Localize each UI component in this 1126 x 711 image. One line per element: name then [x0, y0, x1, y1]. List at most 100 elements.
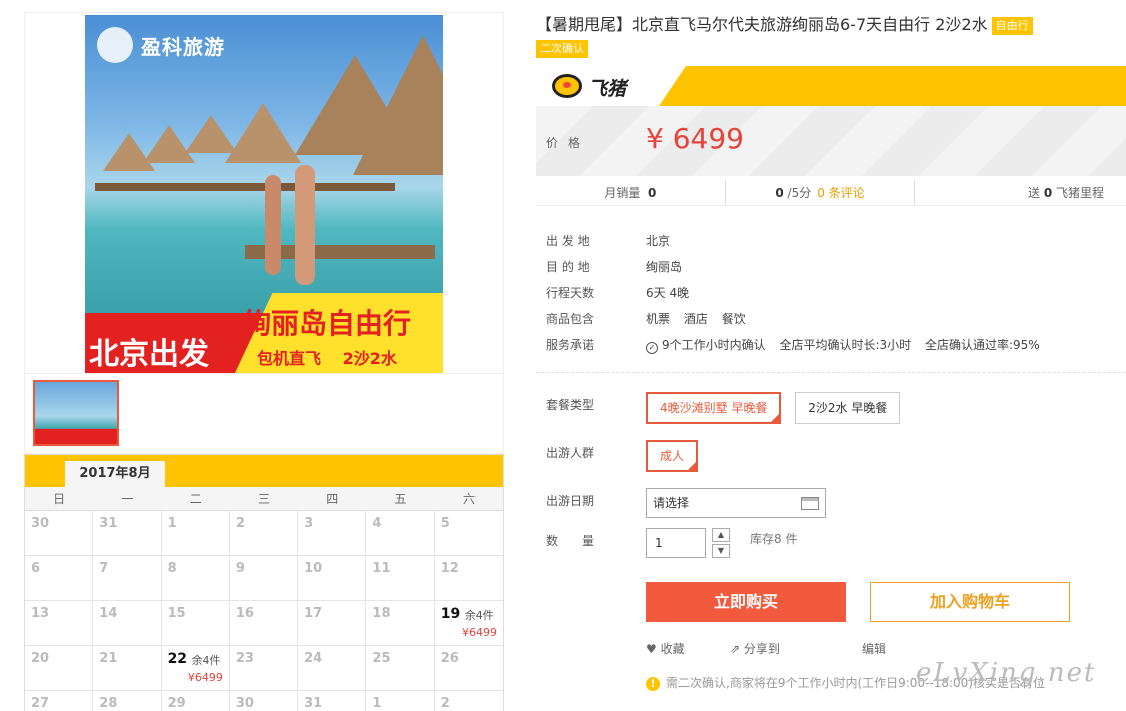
day-number: 30 — [31, 516, 50, 531]
calendar-day: 25 — [366, 646, 435, 691]
brand-name: 飞猪 — [588, 78, 627, 100]
day-number: 3 — [304, 516, 314, 531]
buy-now-button[interactable]: 立即购买 — [646, 582, 846, 622]
package-option[interactable]: 2沙2水 早晚餐 — [795, 392, 901, 424]
price-calendar: 2017年8月 日一二三四五六 30 31 1 2 3 4 5 6 7 8 9 10 11 12 13 14 1… — [24, 454, 504, 711]
edit-link[interactable]: 编辑 — [862, 640, 886, 657]
info-row: 出 发 地 北京 — [546, 228, 1126, 254]
calendar-day: 1 — [161, 511, 230, 556]
calendar-day: 3 — [298, 511, 367, 556]
product-photo: 盈科旅游 绚丽岛自由行 北京出发 包机直飞 2沙2水 — [85, 15, 443, 373]
check-circle-icon: ✓ — [646, 342, 658, 354]
quantity-stepper: ▲ ▼ — [712, 528, 730, 560]
info-row: 服务承诺 ✓ 9个工作小时内确认 全店平均确认时长:3小时 全店确认通过率:95% — [546, 332, 1126, 358]
calendar-day: 16 — [229, 601, 299, 646]
calendar-day: 2 — [229, 511, 299, 556]
calendar-day-available[interactable]: 22 余4件 ¥6499 — [161, 646, 230, 691]
day-price: ¥6499 — [461, 626, 497, 639]
thumbnail-selected[interactable] — [33, 380, 119, 446]
calendar-day: 11 — [366, 556, 435, 601]
day-number: 18 — [372, 606, 391, 621]
share-icon: ⇗ — [730, 642, 741, 656]
add-to-cart-button[interactable]: 加入购物车 — [870, 582, 1070, 622]
confirm-badge: 二次确认 — [536, 40, 588, 58]
weekday-label: 一 — [121, 492, 134, 506]
calendar-day: 4 — [366, 511, 435, 556]
miles-reward: 送 0 飞猪里程 — [915, 180, 1126, 205]
calendar-day: 6 — [25, 556, 94, 601]
traveler-label: 出游人群 — [546, 446, 595, 460]
day-number: 15 — [167, 606, 186, 621]
calendar-day: 9 — [229, 556, 299, 601]
main-product-image[interactable]: 盈科旅游 绚丽岛自由行 北京出发 包机直飞 2沙2水 — [24, 12, 504, 374]
weekday-label: 日 — [53, 492, 66, 506]
calendar-day: 17 — [298, 601, 367, 646]
quantity-label: 数 量 — [546, 534, 595, 548]
favorite-button[interactable]: ♥ 收藏 — [646, 640, 685, 657]
share-label: 分享到 — [743, 642, 780, 656]
calendar-day: 10 — [298, 556, 367, 601]
day-number: 17 — [304, 606, 323, 621]
day-number: 4 — [372, 516, 382, 531]
stats-bar: 月销量 0 0 /5分 0 条评论 送 0 飞猪里程 — [536, 180, 1126, 206]
weekday-label: 三 — [257, 492, 270, 506]
info-value: 北京 — [646, 234, 671, 248]
calendar-day: 31 — [93, 511, 162, 556]
day-number: 27 — [31, 696, 50, 711]
day-number: 7 — [99, 561, 109, 576]
day-number: 24 — [304, 651, 323, 666]
decrement-icon[interactable]: ▼ — [712, 544, 730, 558]
share-button[interactable]: ⇗ 分享到 — [730, 640, 780, 657]
product-details: 出 发 地 北京 目 的 地 绚丽岛 行程天数 6天 4晚 商品包含 机票 酒店… — [546, 228, 1126, 358]
calendar-day: 14 — [93, 601, 162, 646]
package-label: 套餐类型 — [546, 398, 595, 412]
calendar-day: 27 — [25, 691, 94, 711]
date-picker-input[interactable]: 请选择 — [646, 488, 826, 518]
service-item: 全店平均确认时长:3小时 — [779, 338, 912, 352]
day-number: 26 — [440, 651, 459, 666]
product-info-column: 【暑期甩尾】北京直飞马尔代夫旅游绚丽岛6-7天自由行 2沙2水 自由行 二次确认 … — [536, 12, 1126, 558]
day-number: 6 — [31, 561, 41, 576]
increment-icon[interactable]: ▲ — [712, 528, 730, 542]
day-number: 11 — [372, 561, 391, 576]
service-item: 9个工作小时内确认 — [662, 338, 766, 352]
action-links: ♥ 收藏 ⇗ 分享到 编辑 — [646, 640, 1126, 660]
miles-suffix: 飞猪里程 — [1056, 186, 1105, 200]
price-box: 价格 ¥ 6499 — [536, 106, 1126, 176]
day-number: 12 — [440, 561, 459, 576]
calendar-day: 7 — [93, 556, 162, 601]
day-number: 28 — [99, 696, 118, 711]
calendar-day: 2 — [435, 691, 503, 711]
info-value: 绚丽岛 — [646, 260, 683, 274]
weekday-label: 二 — [189, 492, 202, 506]
weekday-label: 六 — [462, 492, 475, 506]
day-number: 2 — [440, 696, 450, 711]
price-value: ¥ 6499 — [646, 122, 744, 155]
info-key: 商品包含 — [546, 312, 595, 326]
traveler-option-selected[interactable]: 成人 — [646, 440, 699, 473]
calendar-header: 2017年8月 — [25, 455, 503, 487]
day-number: 8 — [167, 561, 177, 576]
calendar-day: 12 — [434, 556, 503, 601]
info-row: 商品包含 机票 酒店 餐饮 — [546, 306, 1126, 332]
calendar-icon[interactable] — [801, 497, 819, 510]
day-number: 29 — [167, 696, 186, 711]
weekday-label: 五 — [394, 492, 407, 506]
day-number: 10 — [304, 561, 323, 576]
day-number: 25 — [372, 651, 391, 666]
calendar-month-tab[interactable]: 2017年8月 — [65, 461, 165, 487]
day-number: 13 — [31, 606, 50, 621]
quantity-input[interactable]: 1 — [646, 528, 706, 558]
reviews-link[interactable]: 0 条评论 — [817, 186, 864, 200]
calendar-day: 1 — [366, 691, 435, 711]
rating-suffix: /5分 — [787, 186, 812, 200]
stock-count: 库存8 件 — [750, 532, 798, 546]
day-number: 1 — [167, 516, 177, 531]
info-value: 6天 4晚 — [646, 286, 690, 300]
hut-shape — [225, 103, 301, 163]
weekday-label: 四 — [326, 492, 339, 506]
info-key: 服务承诺 — [546, 338, 595, 352]
watermark: eLvXing.net — [916, 658, 1097, 688]
package-option-selected[interactable]: 4晚沙滩别墅 早晚餐 — [646, 392, 782, 425]
calendar-day-available[interactable]: 19 余4件 ¥6499 — [434, 601, 503, 646]
